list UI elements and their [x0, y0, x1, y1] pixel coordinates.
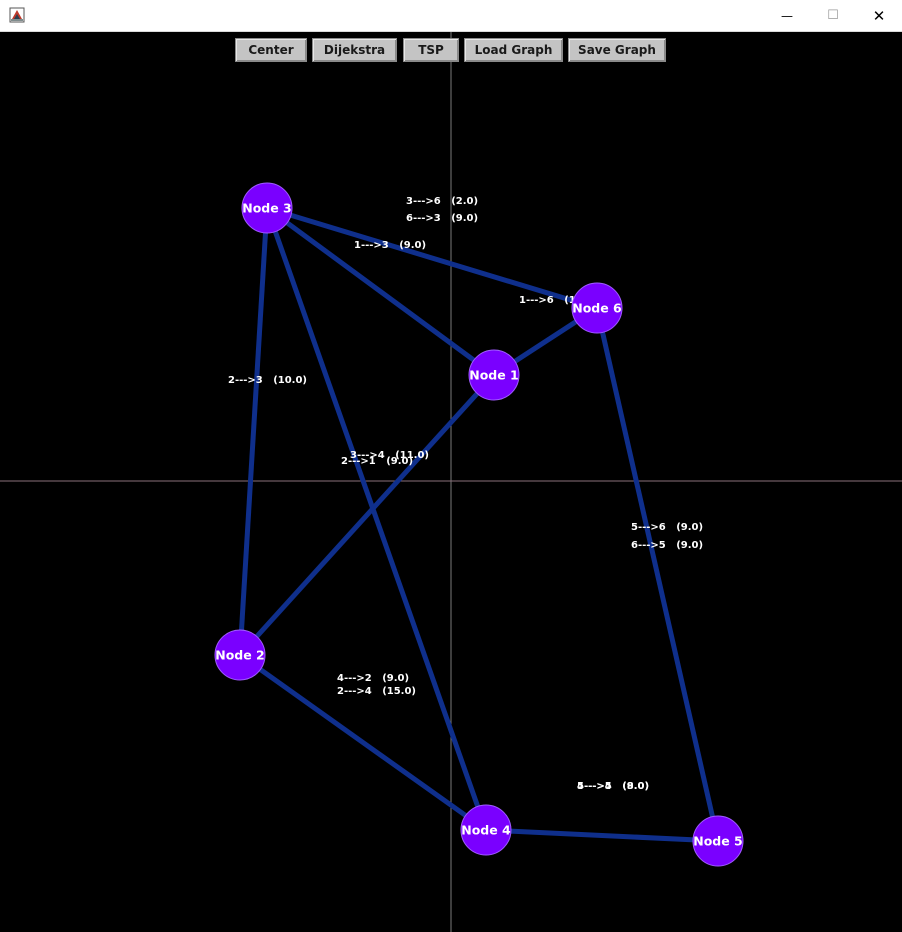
edge-weight-label: 3--->6 (2.0) [406, 196, 478, 207]
graph-node-4[interactable]: Node 4 [460, 804, 512, 856]
edge-weight-label: 2--->1 (9.0) [341, 456, 413, 467]
edge-weight-label: 1--->3 (9.0) [354, 240, 426, 251]
title-bar: — ☐ ✕ [0, 0, 902, 32]
edge-weight-label: 6--->3 (9.0) [406, 213, 478, 224]
edge-6-5 [594, 307, 721, 842]
graph-node-5[interactable]: Node 5 [692, 815, 744, 867]
edge-weight-label: 5--->4 (8.0) [577, 781, 649, 792]
graph-node-3[interactable]: Node 3 [241, 182, 293, 234]
load-graph-button[interactable]: Load Graph [464, 38, 563, 62]
edge-weight-label: 6--->5 (9.0) [631, 540, 703, 551]
node-label: Node 4 [461, 823, 511, 838]
node-label: Node 5 [693, 834, 743, 849]
java-app-icon [9, 7, 25, 23]
edge-weight-label: 1--->6 (1 [519, 295, 576, 306]
edge-weight-label: 5--->6 (9.0) [631, 522, 703, 533]
graph-canvas[interactable]: 3--->6 (2.0) 6--->3 (9.0) 1--->3 (9.0) 1---… [0, 32, 902, 932]
edge-4-5 [485, 827, 719, 844]
edge-weight-label: 2--->4 (15.0) [337, 686, 416, 697]
close-icon: ✕ [872, 6, 886, 25]
edge-weight-label: 4--->2 (9.0) [337, 673, 409, 684]
minimize-button[interactable]: — [764, 0, 810, 31]
tsp-button[interactable]: TSP [403, 38, 459, 62]
node-label: Node 1 [469, 368, 519, 383]
graph-node-1[interactable]: Node 1 [468, 349, 520, 401]
dijkstra-button[interactable]: Dijekstra [312, 38, 397, 62]
node-label: Node 3 [242, 201, 292, 216]
weight-labels-layer: 3--->6 (2.0) 6--->3 (9.0) 1--->3 (9.0) 1---… [228, 196, 703, 792]
graph-node-6[interactable]: Node 6 [571, 282, 623, 334]
edge-3-2 [237, 207, 270, 656]
toolbar: Center Dijekstra TSP Load Graph Save Gra… [0, 36, 902, 64]
node-label: Node 2 [215, 648, 265, 663]
edge-1-2 [238, 373, 496, 657]
maximize-icon: ☐ [827, 8, 839, 23]
close-button[interactable]: ✕ [856, 0, 902, 31]
edge-weight-label: 2--->3 (10.0) [228, 375, 307, 386]
maximize-button[interactable]: ☐ [810, 0, 856, 31]
edge-3-4 [264, 207, 489, 831]
edge-3-1 [265, 205, 496, 378]
node-label: Node 6 [572, 301, 622, 316]
save-graph-button[interactable]: Save Graph [568, 38, 666, 62]
graph-node-2[interactable]: Node 2 [214, 629, 266, 681]
minimize-icon: — [781, 8, 793, 23]
center-button[interactable]: Center [235, 38, 307, 62]
